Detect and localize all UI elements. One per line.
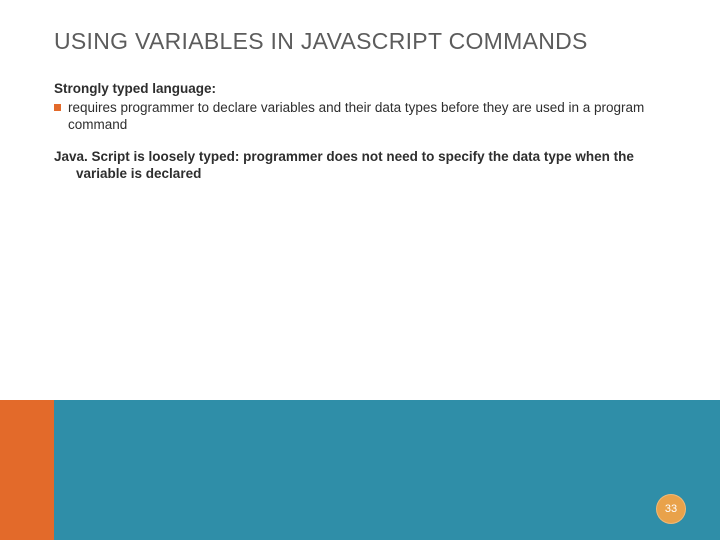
slide: USING VARIABLES IN JAVASCRIPT COMMANDS S…	[0, 0, 720, 540]
slide-title: USING VARIABLES IN JAVASCRIPT COMMANDS	[54, 28, 680, 55]
page-number-badge: 33	[656, 494, 686, 524]
page-number: 33	[665, 503, 677, 515]
bullet-item: requires programmer to declare variables…	[54, 99, 680, 134]
bottom-band: 33	[0, 400, 720, 540]
bullet-text: requires programmer to declare variables…	[68, 99, 680, 134]
subheading: Strongly typed language:	[54, 81, 680, 96]
band-orange	[0, 400, 54, 540]
square-bullet-icon	[54, 104, 61, 111]
slide-content: USING VARIABLES IN JAVASCRIPT COMMANDS S…	[54, 28, 680, 183]
band-teal: 33	[54, 400, 720, 540]
paragraph: Java. Script is loosely typed: programme…	[54, 148, 634, 183]
